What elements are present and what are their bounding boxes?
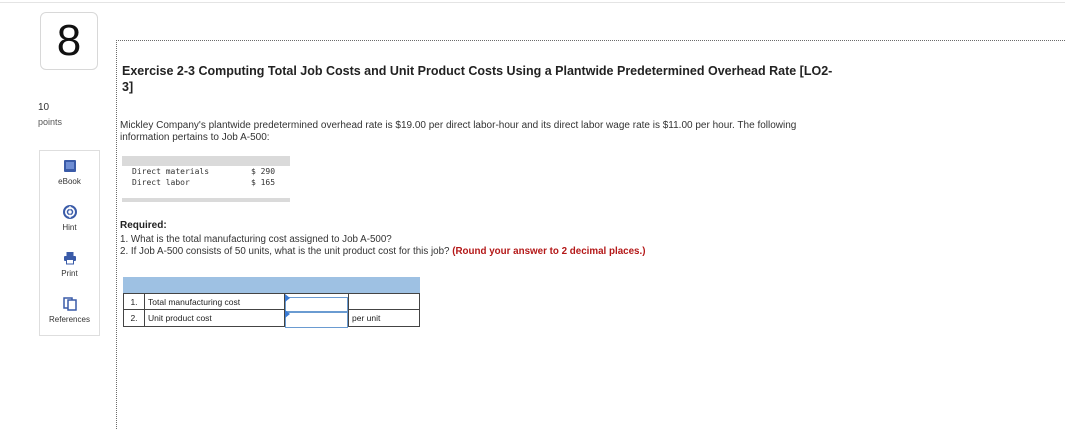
book-icon bbox=[63, 160, 76, 172]
print-label: Print bbox=[61, 269, 78, 278]
answer-label: Total manufacturing cost bbox=[144, 294, 284, 309]
answer-table: 1. Total manufacturing cost 2. Unit prod… bbox=[123, 277, 420, 328]
exercise-intro: Mickley Company's plantwide predetermine… bbox=[120, 120, 797, 143]
unit-product-cost-input[interactable] bbox=[285, 312, 348, 328]
rounding-instruction: (Round your answer to 2 decimal places.) bbox=[452, 246, 646, 257]
required-item-2: 2. If Job A-500 consists of 50 units, wh… bbox=[120, 246, 645, 258]
required-item-1: 1. What is the total manufacturing cost … bbox=[120, 234, 392, 245]
hint-button[interactable]: Hint bbox=[40, 197, 99, 243]
table-header-bar bbox=[122, 156, 290, 166]
exercise-title: Exercise 2-3 Computing Total Job Costs a… bbox=[122, 64, 833, 94]
ebook-label: eBook bbox=[58, 177, 81, 186]
hint-icon bbox=[62, 205, 77, 219]
ebook-button[interactable]: eBook bbox=[40, 151, 99, 197]
answer-input-cell bbox=[284, 310, 348, 328]
references-icon bbox=[62, 297, 77, 311]
points-value: 10 bbox=[38, 102, 50, 113]
required-heading: Required: bbox=[120, 220, 167, 231]
input-marker-icon bbox=[285, 294, 290, 302]
row-label: Direct materials bbox=[132, 167, 210, 176]
table-row: Direct materials $ 290 bbox=[122, 166, 290, 177]
answer-unit: per unit bbox=[348, 310, 419, 326]
top-divider bbox=[0, 2, 1065, 3]
points-label: points bbox=[38, 117, 63, 127]
references-label: References bbox=[49, 315, 90, 324]
table-footer-bar bbox=[122, 198, 290, 202]
row-value: $ 290 bbox=[250, 167, 276, 176]
hint-label: Hint bbox=[62, 223, 77, 232]
job-data-table: Direct materials $ 290 Direct labor $ 16… bbox=[122, 156, 290, 202]
answer-table-header bbox=[123, 277, 420, 293]
answer-row: 2. Unit product cost per unit bbox=[123, 310, 420, 328]
answer-label: Unit product cost bbox=[144, 310, 284, 326]
answer-unit bbox=[348, 294, 419, 309]
answer-number: 1. bbox=[130, 296, 138, 307]
answer-number: 2. bbox=[130, 313, 138, 323]
references-button[interactable]: References bbox=[40, 289, 99, 335]
answer-row: 1. Total manufacturing cost bbox=[123, 293, 420, 312]
table-row: Direct labor $ 165 bbox=[122, 177, 290, 188]
input-marker-icon bbox=[285, 310, 290, 318]
print-icon bbox=[63, 252, 76, 265]
print-button[interactable]: Print bbox=[40, 243, 99, 289]
row-label: Direct labor bbox=[132, 178, 190, 187]
question-content: Exercise 2-3 Computing Total Job Costs a… bbox=[116, 40, 1065, 429]
required-item-2-text: 2. If Job A-500 consists of 50 units, wh… bbox=[120, 246, 450, 257]
answer-input-cell bbox=[284, 294, 348, 312]
tool-panel: eBook Hint Print References bbox=[39, 150, 100, 336]
row-value: $ 165 bbox=[250, 178, 276, 187]
question-number: 8 bbox=[40, 12, 98, 70]
